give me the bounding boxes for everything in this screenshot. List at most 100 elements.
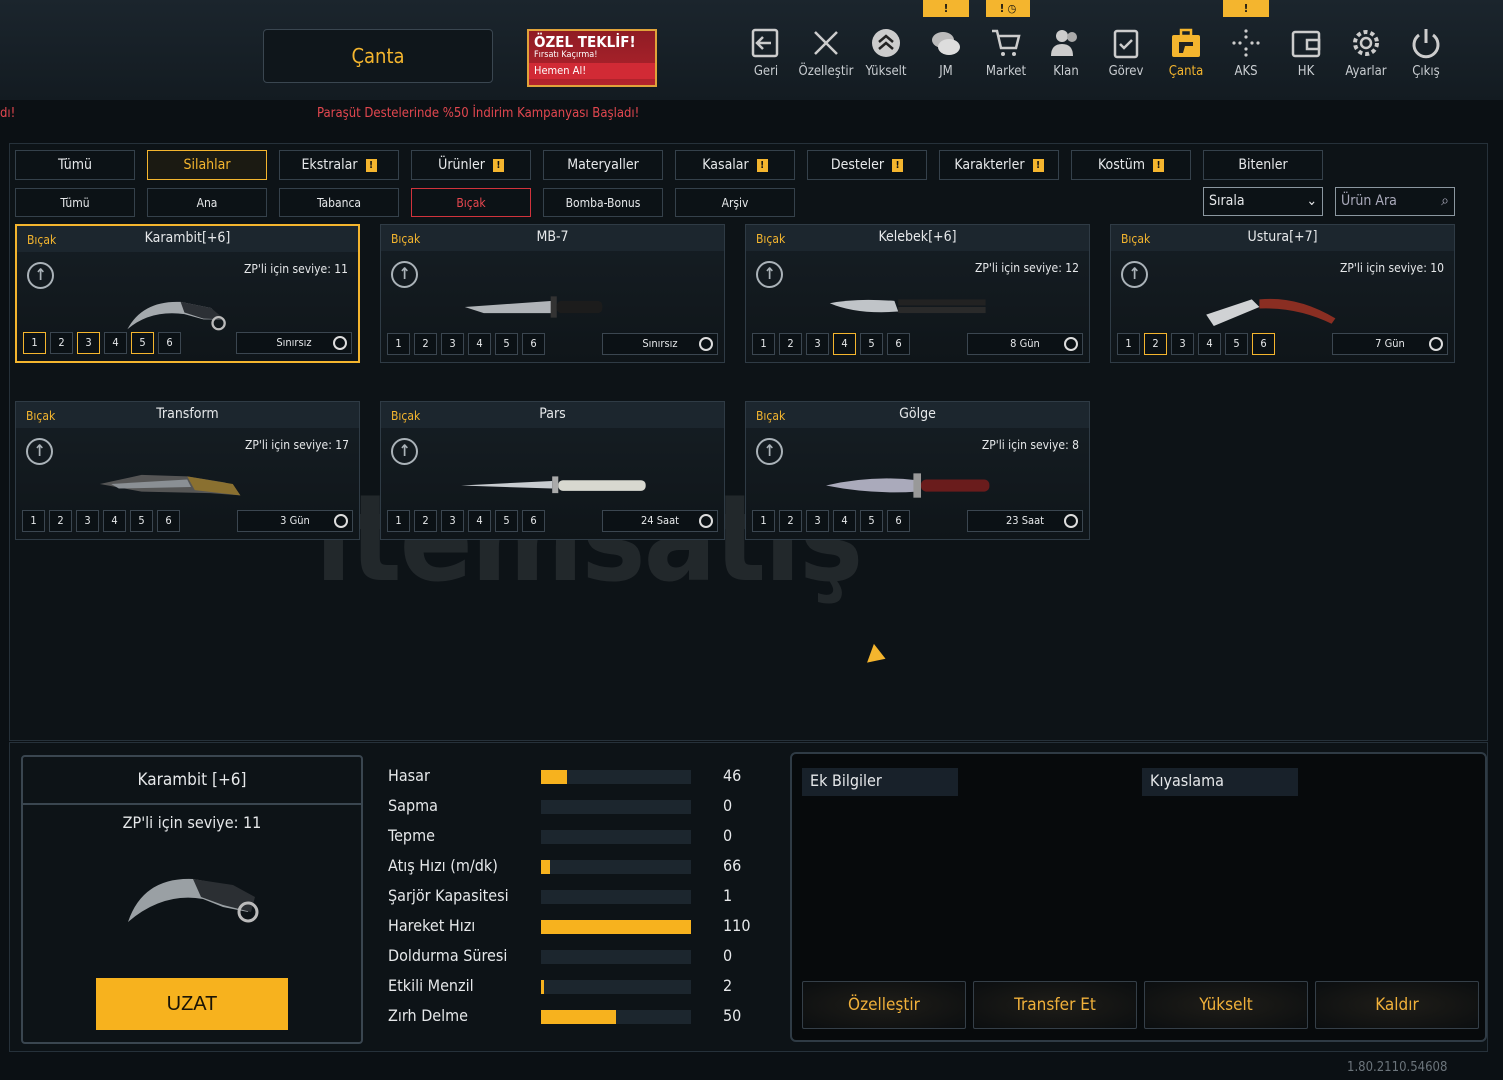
nav-klan[interactable]: Klan [1036,26,1096,79]
slot-3[interactable]: 3 [441,510,464,532]
slot-3[interactable]: 3 [1171,333,1194,355]
slot-5[interactable]: 5 [860,333,883,355]
action-yükselt[interactable]: Yükselt [1144,981,1308,1029]
slot-5[interactable]: 5 [131,332,154,354]
upgrade-arrow-icon[interactable]: ↑ [391,438,418,465]
search-input[interactable]: Ürün Ara ⌕ [1335,187,1455,216]
karambit-image [128,878,259,923]
slot-3[interactable]: 3 [806,510,829,532]
upgrade-arrow-icon[interactable]: ↑ [1121,261,1148,288]
upgrade-arrow-icon[interactable]: ↑ [27,262,54,289]
slot-5[interactable]: 5 [495,510,518,532]
slot-1[interactable]: 1 [23,332,46,354]
slot-4[interactable]: 4 [103,510,126,532]
slot-2[interactable]: 2 [50,332,73,354]
tab-tümü[interactable]: Tümü [15,150,135,180]
slot-4[interactable]: 4 [468,333,491,355]
subtab-bıçak[interactable]: Bıçak [411,188,531,217]
slot-1[interactable]: 1 [752,510,775,532]
action-özelleştir[interactable]: Özelleştir [802,981,966,1029]
tab-materyaller[interactable]: Materyaller [543,150,663,180]
item-card[interactable]: Bıçak Gölge ↑ ZP'li için seviye: 8 1 2 3 4 5 6 23 … [745,401,1090,540]
slot-3[interactable]: 3 [441,333,464,355]
nav-aks[interactable]: AKS [1216,26,1276,79]
tab-desteler[interactable]: Desteler! [807,150,927,180]
slot-3[interactable]: 3 [806,333,829,355]
tab-karakterler[interactable]: Karakterler! [939,150,1059,180]
tab-ekstralar[interactable]: Ekstralar! [279,150,399,180]
extend-button[interactable]: UZAT [96,978,288,1030]
slot-2[interactable]: 2 [1144,333,1167,355]
upgrade-arrow-icon[interactable]: ↑ [391,261,418,288]
slot-6[interactable]: 6 [522,510,545,532]
action-kaldır[interactable]: Kaldır [1315,981,1479,1029]
slot-5[interactable]: 5 [495,333,518,355]
slot-1[interactable]: 1 [387,510,410,532]
item-card[interactable]: Bıçak MB-7 ↑ 1 2 3 4 5 6 Sınırsız [380,224,725,363]
slot-2[interactable]: 2 [414,333,437,355]
slot-2[interactable]: 2 [779,510,802,532]
upgrade-arrow-icon[interactable]: ↑ [756,438,783,465]
slot-1[interactable]: 1 [22,510,45,532]
slot-6[interactable]: 6 [887,333,910,355]
slot-2[interactable]: 2 [414,510,437,532]
action-transfer-et[interactable]: Transfer Et [973,981,1137,1029]
upgrade-arrow-icon[interactable]: ↑ [26,438,53,465]
item-card[interactable]: Bıçak Kelebek[+6] ↑ ZP'li için seviye: 12 1 2… [745,224,1090,363]
slot-1[interactable]: 1 [1117,333,1140,355]
nav-özelleştir[interactable]: Özelleştir [796,26,856,79]
slot-1[interactable]: 1 [752,333,775,355]
tab-kasalar[interactable]: Kasalar! [675,150,795,180]
nav-çanta[interactable]: Çanta [1156,26,1216,79]
tab-bitenler[interactable]: Bitenler [1203,150,1323,180]
upgrade-arrow-icon[interactable]: ↑ [756,261,783,288]
slot-3[interactable]: 3 [76,510,99,532]
subtab-tümü[interactable]: Tümü [15,188,135,217]
subtab-ana[interactable]: Ana [147,188,267,217]
nav-geri[interactable]: Geri [736,26,796,79]
slot-5[interactable]: 5 [1225,333,1248,355]
subtab-label: Arşiv [721,195,749,210]
slot-4[interactable]: 4 [833,510,856,532]
slot-4[interactable]: 4 [104,332,127,354]
slot-5[interactable]: 5 [860,510,883,532]
nav-jm[interactable]: JM [916,26,976,79]
subtab-tabanca[interactable]: Tabanca [279,188,399,217]
slot-2[interactable]: 2 [49,510,72,532]
ticker-text: Paraşüt Destelerinde %50 İndirim Kampany… [317,106,640,121]
item-card[interactable]: Bıçak Ustura[+7] ↑ ZP'li için seviye: 10 1 2 3… [1110,224,1455,363]
slot-6[interactable]: 6 [522,333,545,355]
nav-çıkış[interactable]: Çıkış [1396,26,1456,79]
subtab-bomba-bonus[interactable]: Bomba-Bonus [543,188,663,217]
slot-6[interactable]: 6 [887,510,910,532]
tab-label: Kostüm [1097,157,1146,173]
subtab-arşiv[interactable]: Arşiv [675,188,795,217]
slot-1[interactable]: 1 [387,333,410,355]
tab-silahlar[interactable]: Silahlar [147,150,267,180]
slot-6[interactable]: 6 [158,332,181,354]
item-card[interactable]: Bıçak Transform ↑ ZP'li için seviye: 17 1 2 3 4… [15,401,360,540]
slot-2[interactable]: 2 [779,333,802,355]
tab-ürünler[interactable]: Ürünler! [411,150,531,180]
slot-4[interactable]: 4 [833,333,856,355]
special-offer-button[interactable]: ÖZEL TEKLİF! Fırsatı Kaçırma! Hemen Al! [527,29,657,87]
stat-row: Etkili Menzil 2 [388,976,768,996]
slot-4[interactable]: 4 [468,510,491,532]
nav-görev[interactable]: Görev [1096,26,1156,79]
tab-kostüm[interactable]: Kostüm! [1071,150,1191,180]
slot-5[interactable]: 5 [130,510,153,532]
slot-6[interactable]: 6 [1252,333,1275,355]
slot-6[interactable]: 6 [157,510,180,532]
stat-row: Zırh Delme 50 [388,1006,768,1026]
nav-yükselt[interactable]: Yükselt [856,26,916,79]
sort-dropdown[interactable]: Sırala ⌄ [1203,187,1323,216]
slot-4[interactable]: 4 [1198,333,1221,355]
item-card[interactable]: Bıçak Pars ↑ 1 2 3 4 5 6 24 Saat [380,401,725,540]
duration-text: 8 Gün [1010,337,1040,350]
compare-header: Kıyaslama [1142,768,1298,796]
slot-3[interactable]: 3 [77,332,100,354]
nav-market[interactable]: Market [976,26,1036,79]
nav-hk[interactable]: HK [1276,26,1336,79]
nav-ayarlar[interactable]: Ayarlar [1336,26,1396,79]
item-card[interactable]: Bıçak Karambit[+6] ↑ ZP'li için seviye: 11 1… [15,224,360,363]
